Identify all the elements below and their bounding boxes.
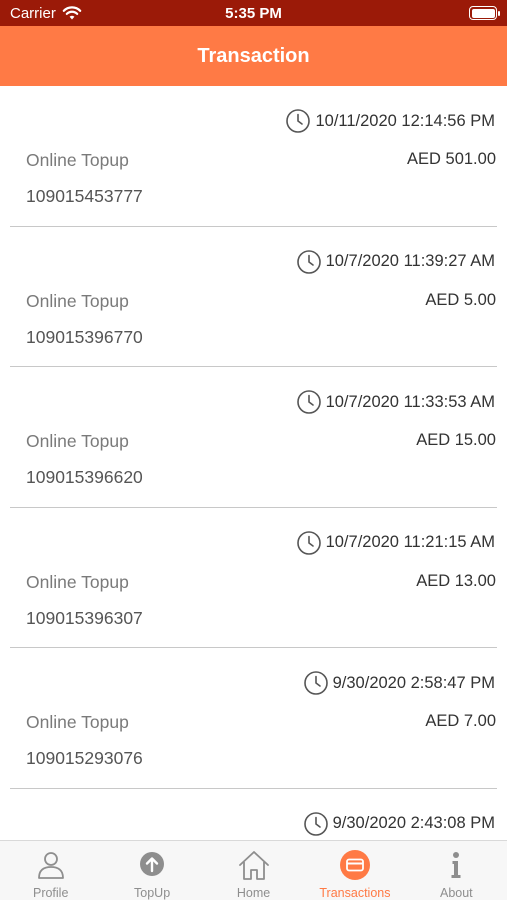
- person-icon: [37, 852, 64, 879]
- tab-topup[interactable]: TopUp: [101, 841, 202, 900]
- transaction-amount: AED 13.00: [416, 571, 496, 590]
- transaction-datetime-text: 10/7/2020 11:39:27 AM: [325, 252, 495, 270]
- tab-label-topup: TopUp: [134, 886, 171, 900]
- clock-icon: [285, 108, 311, 134]
- transaction-type: Online Topup: [26, 431, 129, 451]
- tab-label-transactions: Transactions: [319, 886, 391, 900]
- transaction-datetime: 10/7/2020 11:33:53 AM: [296, 389, 495, 415]
- transaction-reference: 109015396770: [26, 326, 143, 347]
- battery-icon: [469, 6, 500, 20]
- transaction-datetime: 9/30/2020 2:58:47 PM: [303, 670, 495, 696]
- nav-bar: Transaction: [0, 26, 507, 86]
- transaction-type: Online Topup: [26, 150, 129, 170]
- transaction-datetime-text: 9/30/2020 2:43:08 PM: [332, 814, 495, 832]
- clock-icon: [303, 811, 329, 837]
- tab-transactions[interactable]: Transactions: [304, 841, 405, 900]
- info-icon: [451, 852, 461, 878]
- transaction-datetime-text: 10/7/2020 11:21:15 AM: [325, 533, 495, 551]
- transaction-item[interactable]: 10/7/2020 11:21:15 AM Online Topup AED 13.…: [0, 508, 507, 648]
- clock-icon: [296, 389, 322, 415]
- transaction-datetime: 9/30/2020 2:43:08 PM: [303, 811, 495, 837]
- transaction-item[interactable]: 10/7/2020 11:33:53 AM Online Topup AED 15.…: [0, 367, 507, 508]
- page-title: Transaction: [197, 44, 310, 67]
- transaction-amount: AED 15.00: [416, 431, 496, 449]
- clock-icon: [296, 530, 322, 556]
- home-icon: [238, 851, 269, 880]
- carrier-label: Carrier: [10, 4, 56, 22]
- tab-label-profile: Profile: [32, 886, 69, 900]
- tab-about[interactable]: About: [406, 841, 507, 900]
- transaction-item[interactable]: 10/7/2020 11:39:27 AM Online Topup AED 5.0…: [0, 227, 507, 367]
- transaction-item[interactable]: 9/30/2020 2:43:08 PM: [0, 789, 507, 841]
- transaction-datetime-text: 10/7/2020 11:33:53 AM: [325, 392, 495, 411]
- transaction-amount: AED 5.00: [425, 290, 496, 309]
- transaction-datetime: 10/7/2020 11:21:15 AM: [296, 530, 495, 556]
- transaction-datetime-text: 10/11/2020 12:14:56 PM: [315, 111, 495, 130]
- transaction-item[interactable]: 10/11/2020 12:14:56 PM Online Topup AED 50…: [0, 86, 507, 227]
- card-icon: [339, 850, 370, 880]
- wifi-icon: [62, 5, 82, 19]
- status-bar: Carrier 5:35 PM: [0, 0, 507, 26]
- transaction-type: Online Topup: [26, 712, 129, 732]
- transaction-amount: AED 501.00: [407, 150, 496, 168]
- transaction-item[interactable]: 9/30/2020 2:58:47 PM Online Topup AED 7.00…: [0, 648, 507, 789]
- tab-label-home: Home: [236, 886, 271, 900]
- transaction-reference: 109015396620: [26, 467, 143, 487]
- transaction-reference: 109015396307: [26, 607, 143, 628]
- transaction-datetime: 10/11/2020 12:14:56 PM: [285, 108, 495, 134]
- transaction-type: Online Topup: [26, 571, 129, 592]
- status-left: Carrier: [10, 5, 82, 22]
- arrow-up-circle-icon: [140, 852, 165, 876]
- tab-label-about: About: [439, 886, 473, 900]
- transaction-datetime: 10/7/2020 11:39:27 AM: [296, 249, 495, 275]
- clock-icon: [303, 670, 329, 696]
- transaction-datetime-text: 9/30/2020 2:58:47 PM: [332, 673, 495, 692]
- clock-icon: [296, 249, 322, 275]
- tab-profile[interactable]: Profile: [0, 841, 101, 900]
- transaction-reference: 109015293076: [26, 748, 143, 768]
- transaction-reference: 109015453777: [26, 186, 143, 206]
- transaction-list[interactable]: 10/11/2020 12:14:56 PM Online Topup AED 50…: [0, 86, 507, 840]
- tab-home[interactable]: Home: [203, 841, 304, 900]
- tab-bar: Profile TopUp Home Transactions About: [0, 840, 507, 900]
- transaction-amount: AED 7.00: [425, 712, 496, 730]
- transaction-type: Online Topup: [26, 290, 129, 311]
